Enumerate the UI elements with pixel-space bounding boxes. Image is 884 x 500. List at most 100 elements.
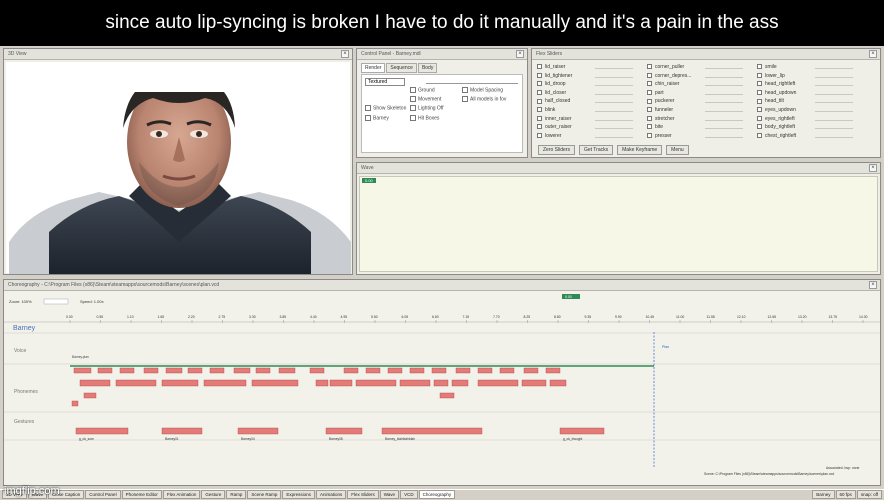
flex-checkbox[interactable]: [537, 107, 542, 113]
phoneme-event[interactable]: [399, 379, 431, 387]
phoneme-event[interactable]: [79, 379, 111, 387]
close-icon[interactable]: ×: [341, 50, 349, 58]
flex-slider-chest-rightleft[interactable]: chest_rightleft: [757, 133, 853, 143]
phoneme-event[interactable]: [409, 367, 425, 374]
phoneme-event[interactable]: [477, 367, 493, 374]
flex-slider-track[interactable]: [815, 68, 853, 69]
flex-slider-track[interactable]: [705, 93, 743, 95]
tool-tab-choreography[interactable]: Choreography: [418, 490, 456, 499]
flex-checkbox[interactable]: [647, 98, 652, 104]
flex-slider-track[interactable]: [815, 76, 853, 78]
phoneme-event[interactable]: [329, 379, 353, 387]
phoneme-event[interactable]: [439, 392, 455, 399]
render-mode-select[interactable]: Textured: [365, 78, 405, 86]
flex-slider-track[interactable]: [705, 128, 743, 130]
tab-body[interactable]: Body: [417, 63, 438, 73]
tool-tab-scene-ramp[interactable]: Scene Ramp: [247, 490, 282, 499]
flex-slider-track[interactable]: [705, 119, 743, 121]
zero-sliders-button[interactable]: Zero Sliders: [538, 145, 575, 155]
flex-slider-track[interactable]: [705, 136, 743, 138]
gesture-event[interactable]: [381, 427, 483, 435]
tool-tab-flex-sliders[interactable]: Flex Sliders: [347, 490, 379, 499]
phoneme-event[interactable]: [119, 367, 135, 374]
tool-tab-control-panel[interactable]: Control Panel: [85, 490, 121, 499]
flex-slider-track[interactable]: [705, 85, 743, 87]
flex-slider-track[interactable]: [815, 93, 853, 95]
flex-slider-track[interactable]: [815, 136, 853, 138]
phoneme-event[interactable]: [187, 367, 203, 374]
phoneme-event[interactable]: [433, 379, 449, 387]
tool-tab-expressions[interactable]: Expressions: [282, 490, 315, 499]
flex-checkbox[interactable]: [757, 72, 762, 78]
flex-checkbox[interactable]: [537, 64, 542, 70]
flex-slider-lowerer[interactable]: lowerer: [537, 133, 633, 143]
show-skeleton-checkbox[interactable]: Show Skeleton: [365, 105, 406, 111]
phoneme-event[interactable]: [455, 367, 471, 374]
flex-slider-track[interactable]: [815, 111, 853, 112]
menu-button[interactable]: Menu: [666, 145, 689, 155]
phoneme-event[interactable]: [431, 367, 447, 374]
close-icon[interactable]: ×: [869, 50, 877, 58]
flex-slider-track[interactable]: [595, 102, 633, 104]
phoneme-event[interactable]: [97, 367, 113, 374]
phoneme-event[interactable]: [83, 392, 97, 399]
flex-checkbox[interactable]: [537, 81, 542, 87]
tab-sequence[interactable]: Sequence: [386, 63, 417, 73]
flex-checkbox[interactable]: [537, 124, 542, 130]
phoneme-event[interactable]: [451, 379, 469, 387]
phoneme-event[interactable]: [115, 379, 157, 387]
phoneme-event[interactable]: [343, 367, 359, 374]
ground-checkbox[interactable]: Ground: [410, 87, 435, 93]
phoneme-event[interactable]: [203, 379, 247, 387]
flex-checkbox[interactable]: [757, 81, 762, 87]
close-icon[interactable]: ×: [869, 164, 877, 172]
phoneme-event[interactable]: [365, 367, 381, 374]
flex-checkbox[interactable]: [537, 98, 542, 104]
phoneme-event[interactable]: [255, 367, 271, 374]
flex-slider-track[interactable]: [815, 128, 853, 130]
flex-checkbox[interactable]: [757, 64, 762, 70]
tool-tab-wave[interactable]: Wave: [379, 490, 400, 499]
flex-checkbox[interactable]: [537, 89, 542, 95]
tab-render[interactable]: Render: [361, 63, 386, 73]
flex-checkbox[interactable]: [757, 124, 762, 130]
flex-slider-track[interactable]: [595, 76, 633, 78]
flex-checkbox[interactable]: [647, 132, 652, 138]
tool-tab-vcd[interactable]: VCD: [400, 490, 418, 499]
all-models-checkbox[interactable]: All models in fov: [462, 96, 506, 102]
tool-tab-phoneme-editor[interactable]: Phoneme Editor: [121, 490, 162, 499]
barney-checkbox[interactable]: Barney: [365, 115, 389, 121]
tool-tab-flex-animation[interactable]: Flex Animation: [162, 490, 201, 499]
phoneme-event[interactable]: [73, 367, 92, 374]
phoneme-event[interactable]: [355, 379, 397, 387]
flex-checkbox[interactable]: [647, 115, 652, 121]
timeline-canvas[interactable]: Zoom: 100% Speed: 1.00x 0.00 0.00 0.55 1.1…: [4, 292, 880, 485]
flex-checkbox[interactable]: [757, 107, 762, 113]
flex-checkbox[interactable]: [647, 107, 652, 113]
phoneme-event[interactable]: [315, 379, 329, 387]
flex-checkbox[interactable]: [537, 72, 542, 78]
phoneme-event[interactable]: [165, 367, 183, 374]
flex-slider-track[interactable]: [705, 102, 743, 104]
get-tracks-button[interactable]: Get Tracks: [578, 145, 614, 155]
phoneme-event[interactable]: [233, 367, 251, 374]
phoneme-event[interactable]: [251, 379, 299, 387]
movement-checkbox[interactable]: Movement: [410, 96, 441, 102]
phoneme-event[interactable]: [278, 367, 296, 374]
flex-slider-track[interactable]: [815, 119, 853, 121]
phoneme-event[interactable]: [521, 379, 547, 387]
flex-slider-track[interactable]: [595, 119, 633, 121]
tool-tab-animations[interactable]: Animations: [315, 490, 347, 499]
flex-slider-track[interactable]: [815, 85, 853, 87]
flex-slider-track[interactable]: [595, 93, 633, 95]
flex-slider-presser[interactable]: presser: [647, 132, 743, 143]
model-spacing-slider[interactable]: [426, 83, 518, 84]
status-item[interactable]: 60 fps: [835, 490, 856, 499]
phoneme-event[interactable]: [499, 367, 515, 374]
flex-checkbox[interactable]: [757, 89, 762, 95]
tool-tab-ramp[interactable]: Ramp: [226, 490, 247, 499]
flex-checkbox[interactable]: [537, 115, 542, 121]
make-keyframe-button[interactable]: Make Keyframe: [617, 145, 663, 155]
flex-checkbox[interactable]: [647, 124, 652, 130]
flex-checkbox[interactable]: [647, 89, 652, 95]
